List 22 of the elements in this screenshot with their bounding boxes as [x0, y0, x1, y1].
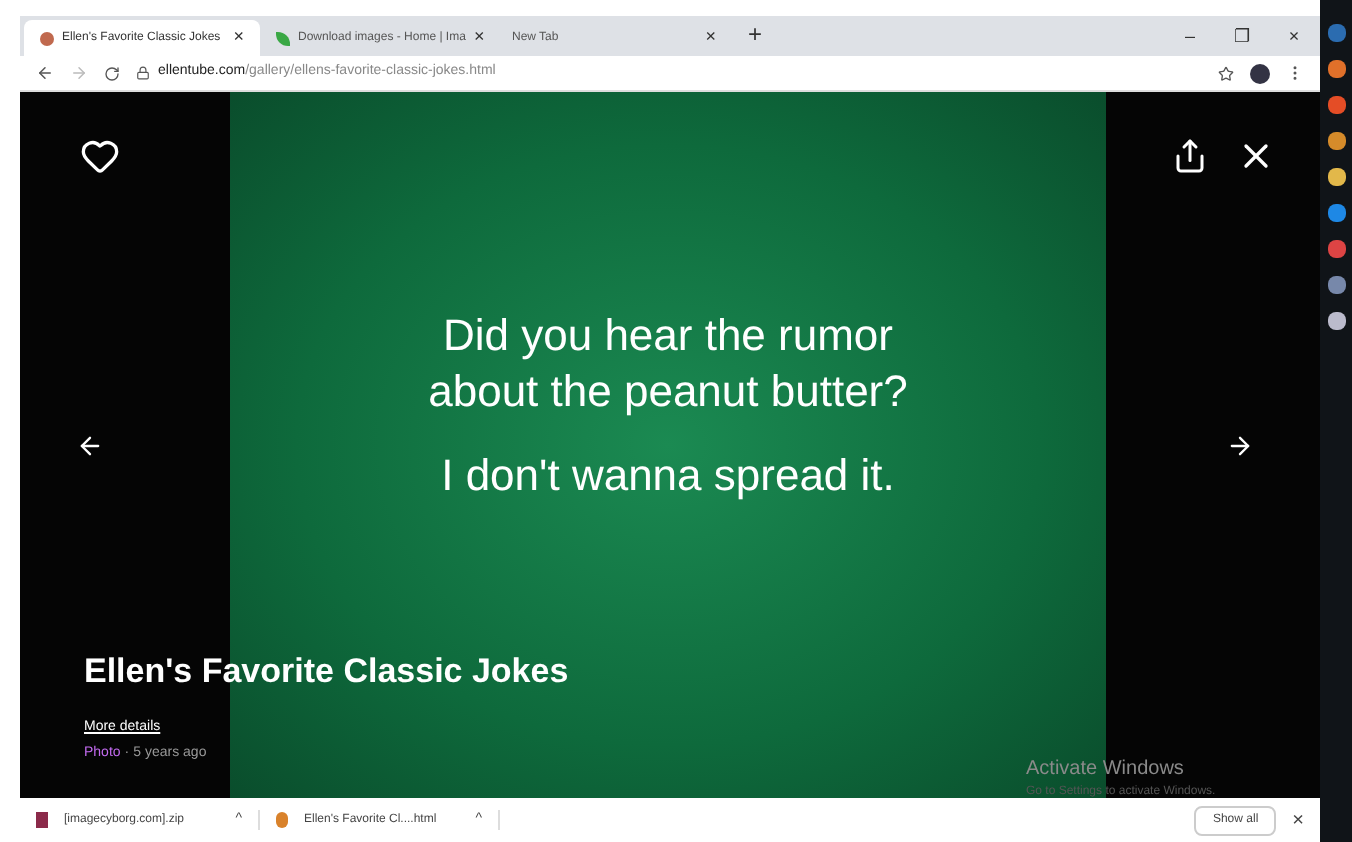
tab-close-button[interactable]: × — [233, 24, 244, 52]
favorite-heart-icon[interactable] — [80, 136, 120, 176]
joke-line: about the peanut butter? — [428, 363, 908, 419]
next-arrow-icon[interactable] — [1226, 432, 1254, 460]
window-control-button[interactable]: ❐ — [1216, 23, 1268, 50]
joke-line: Did you hear the rumor — [442, 307, 893, 363]
reload-icon[interactable] — [104, 65, 120, 81]
share-icon[interactable] — [1172, 138, 1208, 174]
tab-close-button[interactable]: × — [473, 24, 485, 52]
new-tab-button[interactable]: + — [748, 16, 763, 52]
profile-avatar[interactable] — [1250, 63, 1270, 83]
leaf-icon — [276, 31, 290, 45]
tab-favicon-icon — [40, 31, 54, 45]
tab-close-button[interactable]: × — [705, 24, 716, 52]
window-control-button[interactable]: – — [1164, 23, 1216, 50]
close-downloads-button[interactable]: × — [1292, 805, 1304, 835]
window-control-button[interactable]: × — [1268, 23, 1320, 50]
lock-icon — [136, 66, 150, 80]
back-icon[interactable] — [36, 64, 54, 82]
gallery-title: Ellen's Favorite Classic Jokes — [84, 650, 569, 694]
joke-line: I don't wanna spread it. — [441, 447, 895, 503]
bookmark-star-icon[interactable] — [1218, 65, 1234, 81]
